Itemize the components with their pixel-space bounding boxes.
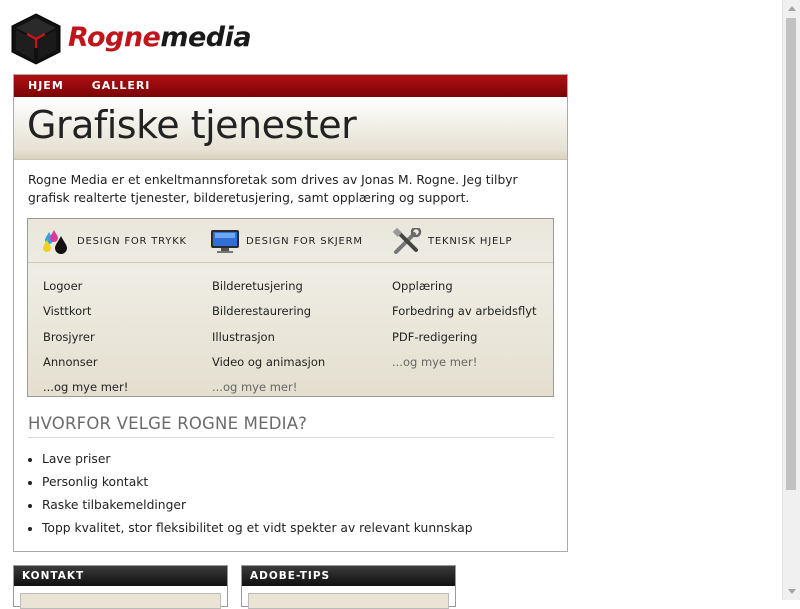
why-heading: HVORFOR VELGE ROGNE MEDIA? xyxy=(28,414,554,438)
logo-word-2: media xyxy=(160,22,252,53)
monitor-icon xyxy=(211,230,239,253)
cube-logo-icon xyxy=(11,13,61,65)
service-heading-label: DESIGN FOR TRYKK xyxy=(77,235,187,247)
adobe-tips-panel-content xyxy=(248,593,449,609)
more-link[interactable]: ...og mye mer! xyxy=(43,375,128,400)
contact-panel-header: KONTAKT xyxy=(14,566,227,586)
service-heading-label: DESIGN FOR SKJERM xyxy=(246,235,363,247)
adobe-tips-panel: ADOBE-TIPS xyxy=(241,565,456,609)
list-item[interactable]: Bilderestaurering xyxy=(212,299,325,324)
scroll-down-arrow-icon[interactable] xyxy=(783,583,800,600)
list-item[interactable]: Forbedring av arbeidsflyt xyxy=(392,299,537,324)
scrollbar-thumb[interactable] xyxy=(786,18,796,490)
list-item[interactable]: PDF-redigering xyxy=(392,325,537,350)
page-title: Grafiske tjenester xyxy=(27,103,357,147)
list-item[interactable]: Bilderetusjering xyxy=(212,274,325,299)
tools-icon xyxy=(392,228,422,254)
logo-word-1: Rogne xyxy=(68,22,161,53)
logo-wordmark: Rognemedia xyxy=(68,22,252,53)
contact-panel-content xyxy=(20,593,221,609)
list-item: Lave priser xyxy=(42,448,473,471)
service-heading-print: DESIGN FOR TRYKK xyxy=(41,227,187,255)
service-list-tech: Opplæring Forbedring av arbeidsflyt PDF-… xyxy=(392,274,537,375)
list-item[interactable]: Video og animasjon xyxy=(212,350,325,375)
adobe-tips-panel-header: ADOBE-TIPS xyxy=(242,566,455,586)
contact-panel: KONTAKT xyxy=(13,565,228,609)
main-content-panel: HJEM GALLERI Grafiske tjenester Rogne Me… xyxy=(13,74,568,552)
list-item: Topp kvalitet, stor fleksibilitet og et … xyxy=(42,517,473,540)
list-item: Personlig kontakt xyxy=(42,471,473,494)
ink-drops-icon xyxy=(43,230,67,254)
title-bar: Grafiske tjenester xyxy=(14,97,567,160)
services-box: DESIGN FOR TRYKK DESIGN FOR SKJERM TEKNI… xyxy=(27,218,554,397)
intro-text: Rogne Media er et enkeltmannsforetak som… xyxy=(28,173,518,205)
nav-item-galleri[interactable]: GALLERI xyxy=(78,75,165,97)
more-link[interactable]: ...og mye mer! xyxy=(212,375,325,400)
service-heading-screen: DESIGN FOR SKJERM xyxy=(210,227,363,255)
vertical-scrollbar[interactable] xyxy=(782,0,800,600)
list-item: Raske tilbakemeldinger xyxy=(42,494,473,517)
list-item[interactable]: Opplæring xyxy=(392,274,537,299)
service-heading-tech: TEKNISK HJELP xyxy=(392,227,512,255)
list-item[interactable]: Brosjyrer xyxy=(43,325,128,350)
services-header: DESIGN FOR TRYKK DESIGN FOR SKJERM TEKNI… xyxy=(28,219,553,263)
more-link[interactable]: ...og mye mer! xyxy=(392,350,537,375)
top-nav: HJEM GALLERI xyxy=(14,75,567,97)
list-item[interactable]: Annonser xyxy=(43,350,128,375)
list-item[interactable]: Logoer xyxy=(43,274,128,299)
site-logo[interactable]: Rognemedia xyxy=(10,10,270,68)
why-list: Lave priser Personlig kontakt Raske tilb… xyxy=(28,448,473,540)
service-list-screen: Bilderetusjering Bilderestaurering Illus… xyxy=(212,274,325,400)
service-list-print: Logoer Visttkort Brosjyrer Annonser ...o… xyxy=(43,274,128,400)
list-item[interactable]: Visttkort xyxy=(43,299,128,324)
list-item[interactable]: Illustrasjon xyxy=(212,325,325,350)
scroll-up-arrow-icon[interactable] xyxy=(783,0,800,17)
service-heading-label: TEKNISK HJELP xyxy=(428,235,513,247)
nav-item-hjem[interactable]: HJEM xyxy=(14,75,78,97)
